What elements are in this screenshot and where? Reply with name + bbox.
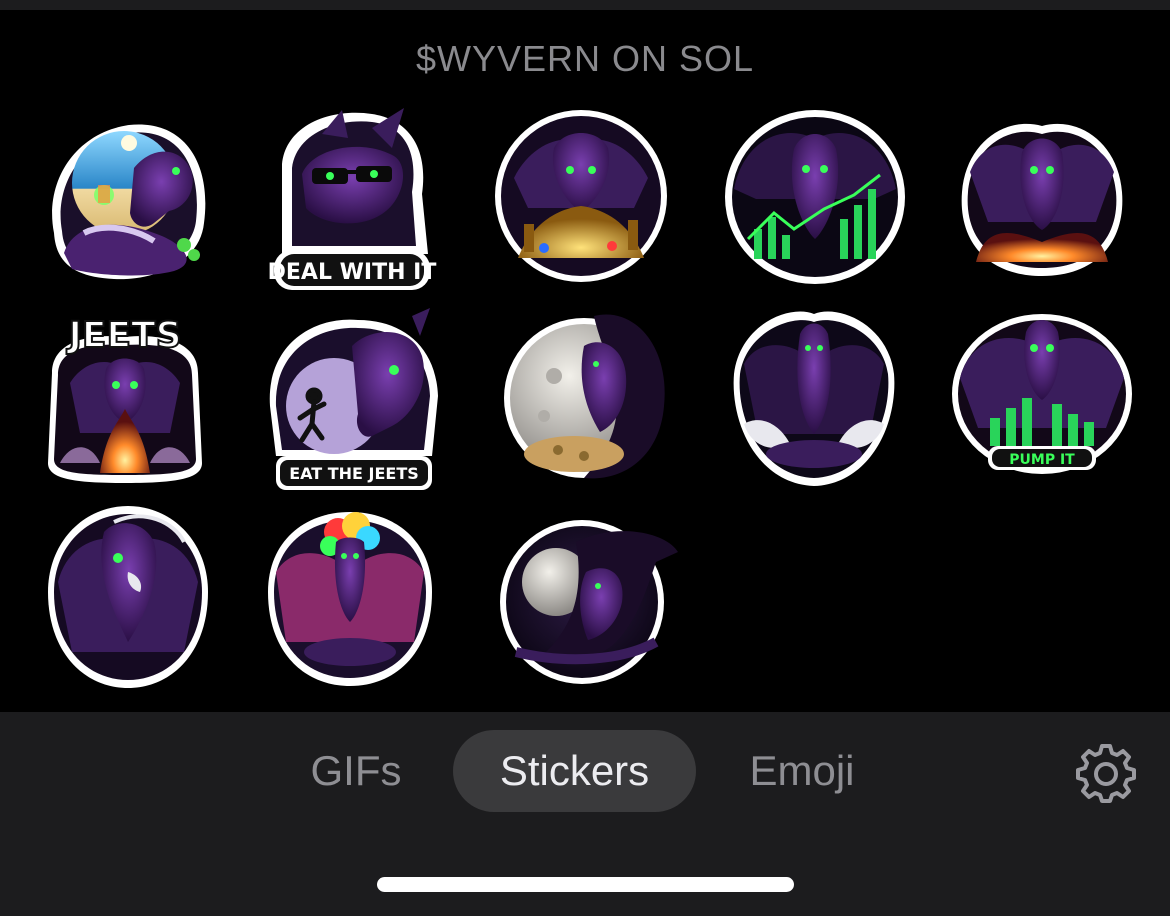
dragon-fire-illustration	[961, 123, 1123, 276]
sticker-dragon-roaring[interactable]	[44, 502, 212, 690]
dragon-pump-it-illustration: PUMP IT	[952, 314, 1132, 474]
sticker-dragon-meditating[interactable]	[730, 304, 898, 492]
sticker-dragon-fire-wings[interactable]	[956, 112, 1128, 280]
sticker-dragon-eat-the-jeets[interactable]: EAT THE JEETS	[262, 306, 442, 492]
sticker-dragon-night-moon[interactable]	[496, 512, 682, 684]
settings-button[interactable]	[1075, 742, 1137, 804]
sticker-caption: EAT THE JEETS	[289, 464, 419, 483]
dragon-eat-jeets-illustration: EAT THE JEETS	[269, 308, 438, 490]
dragon-chart-illustration	[725, 110, 905, 284]
sticker-dragon-pump-it[interactable]: PUMP IT	[950, 308, 1134, 476]
sticker-caption: PUMP IT	[1009, 452, 1075, 468]
dragon-jeets-illustration: JEETS	[48, 314, 202, 483]
tab-gifs[interactable]: GIFs	[296, 730, 416, 812]
top-strip	[0, 0, 1170, 10]
dragon-meditating-illustration	[733, 311, 895, 486]
sticker-dragon-moon-coins[interactable]	[504, 306, 670, 486]
sticker-dragon-treasure-hoard[interactable]	[494, 108, 668, 284]
tab-stickers[interactable]: Stickers	[453, 730, 696, 812]
gear-icon	[1076, 744, 1136, 803]
dragon-moon-coins-illustration	[504, 314, 665, 479]
sticker-caption: JEETS	[65, 315, 181, 356]
sticker-dragon-deal-with-it[interactable]: DEAL WITH IT	[268, 104, 436, 290]
sticker-caption: DEAL WITH IT	[268, 260, 437, 285]
dragon-sunglasses-illustration: DEAL WITH IT	[268, 108, 436, 290]
sticker-dragon-jeets-fire[interactable]: JEETS	[46, 313, 204, 485]
tab-emoji[interactable]: Emoji	[732, 730, 872, 812]
dragon-roaring-illustration	[48, 506, 208, 688]
sticker-pack-title: $WYVERN ON SOL	[415, 38, 755, 79]
dragon-treasure-illustration	[495, 110, 667, 282]
dragon-beach-illustration	[52, 124, 206, 280]
dragon-night-moon-illustration	[500, 520, 678, 684]
home-indicator[interactable]	[377, 877, 794, 892]
sticker-dragon-clown-wig[interactable]	[264, 502, 436, 688]
sticker-dragon-beach-drink[interactable]	[34, 113, 214, 285]
dragon-clown-illustration	[268, 512, 432, 686]
sticker-dragon-green-chart[interactable]	[724, 109, 906, 285]
